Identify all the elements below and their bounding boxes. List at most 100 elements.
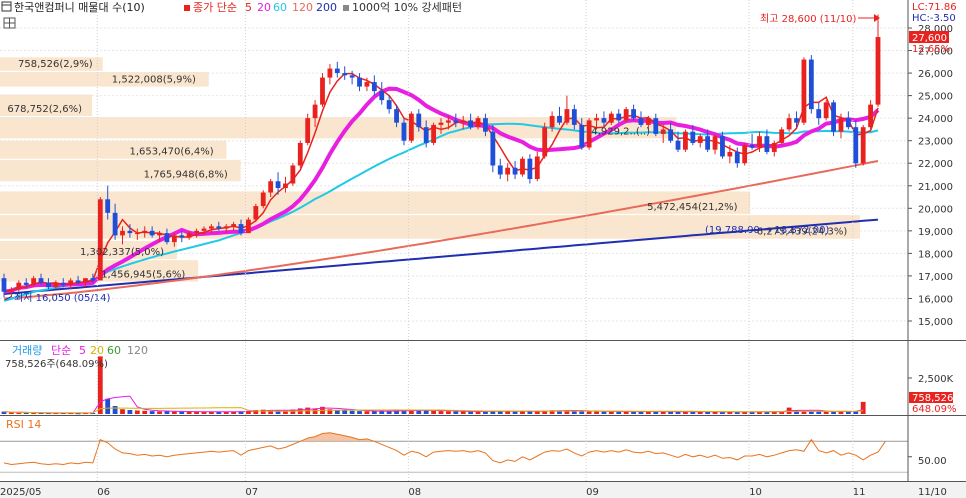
volume-bar [445, 411, 451, 414]
volume-bar [608, 411, 614, 414]
candle-body [408, 113, 414, 141]
candle-body [460, 120, 466, 123]
rsi-overbought-area [4, 432, 886, 442]
candle-body [364, 82, 370, 87]
current-change: 12.65% [912, 44, 950, 55]
candle-body [83, 278, 88, 283]
candle-body [231, 224, 237, 227]
candle-body [794, 118, 799, 123]
candle-body [60, 282, 66, 285]
candle-body [505, 167, 511, 175]
candle-body [394, 109, 399, 123]
volume-readout: 758,526주(648.09%) [5, 359, 108, 370]
candle-body [808, 59, 814, 110]
x-axis-label: 2025/05 [0, 487, 42, 498]
x-axis-label: 11 [853, 487, 866, 498]
candle-body [342, 73, 348, 76]
candle-body [334, 68, 340, 74]
stock-chart[interactable]: 758,526(2,9%) 1,522,008(5,9%) 678,752(2,6%… [0, 0, 966, 498]
ma-period-200: 200 [316, 1, 337, 14]
volume-profile-label: 1,302,337(5,0%) [80, 247, 164, 258]
candle-body [149, 230, 155, 236]
volume-current-value: 758,526 [912, 393, 953, 404]
candle-body [246, 219, 251, 234]
candle-body [312, 104, 318, 119]
candle-body [453, 120, 459, 123]
volume-profile-label: 4,929,2..(..) [591, 126, 650, 137]
volume-bar [823, 411, 829, 414]
candle-body [475, 118, 481, 128]
candle-body [734, 151, 740, 164]
candle-body [527, 158, 533, 180]
candle-body [520, 158, 525, 175]
candle-body [490, 131, 496, 166]
ma-period-5: 5 [245, 1, 252, 14]
candle-body [727, 151, 733, 157]
candle-body [260, 192, 266, 207]
volume-profile-label: 5,472,454(21,2%) [647, 202, 738, 213]
candle-body [290, 165, 296, 184]
x-axis-label: 10 [749, 487, 762, 498]
candle-body [631, 109, 636, 119]
candle-body [838, 118, 844, 132]
candle-body [816, 109, 822, 119]
volume-bar [460, 411, 466, 414]
candle-body [23, 282, 29, 285]
volume-bar [16, 412, 22, 414]
volume-axis-tick: 2,500K [918, 374, 954, 385]
candle-body [164, 233, 170, 243]
volume-bar [505, 411, 511, 414]
candle-body [557, 115, 562, 123]
volume-bar [186, 411, 192, 414]
volume-profile-label: 758,526(2,9%) [18, 59, 93, 70]
candle-body [305, 118, 311, 143]
price-tick-label: 20,000 [918, 204, 953, 215]
candle-body [845, 118, 851, 128]
price-tick-label: 24,000 [918, 114, 953, 125]
candle-body [601, 118, 607, 123]
candle-body [542, 127, 548, 157]
candle-body [253, 206, 259, 220]
candle-body [38, 278, 44, 283]
candle-body [764, 136, 770, 152]
hc-readout: HC:-3.50 [912, 13, 956, 24]
candle-body [757, 136, 762, 148]
candle-body [1, 278, 7, 292]
x-axis-label: 11/10 [918, 487, 947, 498]
chart-title: 한국앤컴퍼니 매물대 수(10) [14, 1, 145, 14]
candle-body [349, 75, 355, 78]
volume-bar [357, 411, 362, 414]
chart-root: 758,526(2,9%) 1,522,008(5,9%) 678,752(2,6%… [0, 0, 966, 498]
volume-ma-label: 단순 [51, 344, 71, 357]
volume-bar [127, 410, 133, 414]
candle-body [416, 113, 422, 128]
price-tick-label: 21,000 [918, 182, 953, 193]
candle-body [623, 109, 629, 121]
candle-body [564, 109, 570, 123]
candle-body [112, 212, 118, 236]
current-price: 27,600 [912, 33, 947, 44]
pattern-swatch [343, 5, 349, 11]
candle-body [379, 91, 385, 101]
candle-body [438, 122, 444, 125]
candle-body [186, 233, 192, 238]
candle-body [327, 68, 333, 78]
x-axis-label: 09 [586, 487, 599, 498]
price-tick-label: 22,000 [918, 159, 953, 170]
price-tick-label: 19,000 [918, 227, 953, 238]
candle-body [779, 129, 785, 143]
volume-profile-bar [0, 191, 751, 214]
candle-body [142, 230, 148, 234]
ma-period-120: 120 [292, 1, 313, 14]
candle-body [134, 233, 140, 235]
volume-bar [164, 411, 170, 414]
x-axis-label: 07 [245, 487, 258, 498]
candle-body [512, 167, 518, 175]
x-axis-label: 08 [408, 487, 421, 498]
candle-body [238, 224, 244, 234]
volume-profile-label: 1,653,470(6,4%) [130, 147, 214, 158]
high-annotation: 최고 28,600 (11/10) [760, 13, 856, 25]
candle-body [201, 228, 207, 231]
candle-body [90, 278, 96, 281]
candle-body [371, 82, 377, 92]
